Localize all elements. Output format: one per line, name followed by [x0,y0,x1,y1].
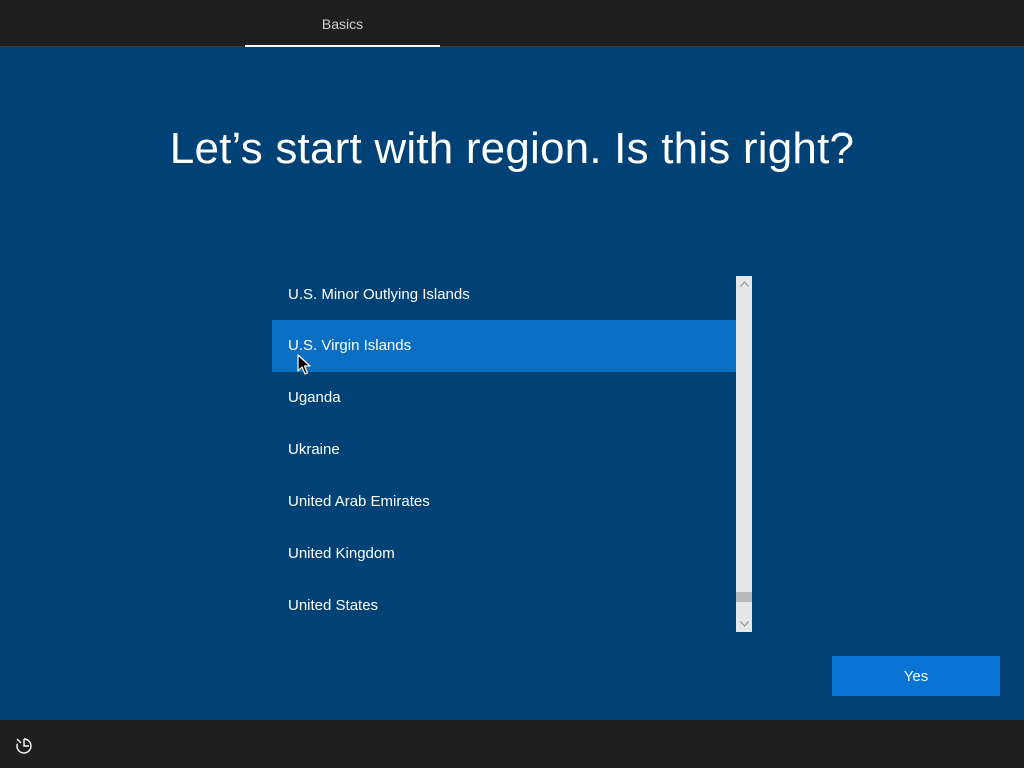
scroll-down-icon[interactable] [736,616,752,632]
tab-basics: Basics [321,15,364,32]
page-title: Let’s start with region. Is this right? [169,124,855,173]
region-list[interactable]: U.S. Minor Outlying Islands U.S. Virgin … [272,276,736,632]
yes-button[interactable]: Yes [832,656,1000,696]
list-item[interactable]: United Kingdom [272,528,736,580]
list-scrollbar[interactable] [736,276,752,632]
list-item[interactable]: Ukraine [272,424,736,476]
ease-of-access-icon[interactable] [14,736,34,756]
scroll-up-icon[interactable] [736,276,752,292]
tab-active-indicator [245,45,440,47]
list-item[interactable]: Uganda [272,372,736,424]
list-item[interactable]: U.S. Minor Outlying Islands [272,276,736,320]
top-bar: Basics [0,0,1024,47]
bottom-bar [0,720,1024,768]
list-item-selected[interactable]: U.S. Virgin Islands [272,320,736,372]
scroll-thumb[interactable] [736,592,752,602]
list-item[interactable]: United States [272,580,736,632]
list-item[interactable]: United Arab Emirates [272,476,736,528]
